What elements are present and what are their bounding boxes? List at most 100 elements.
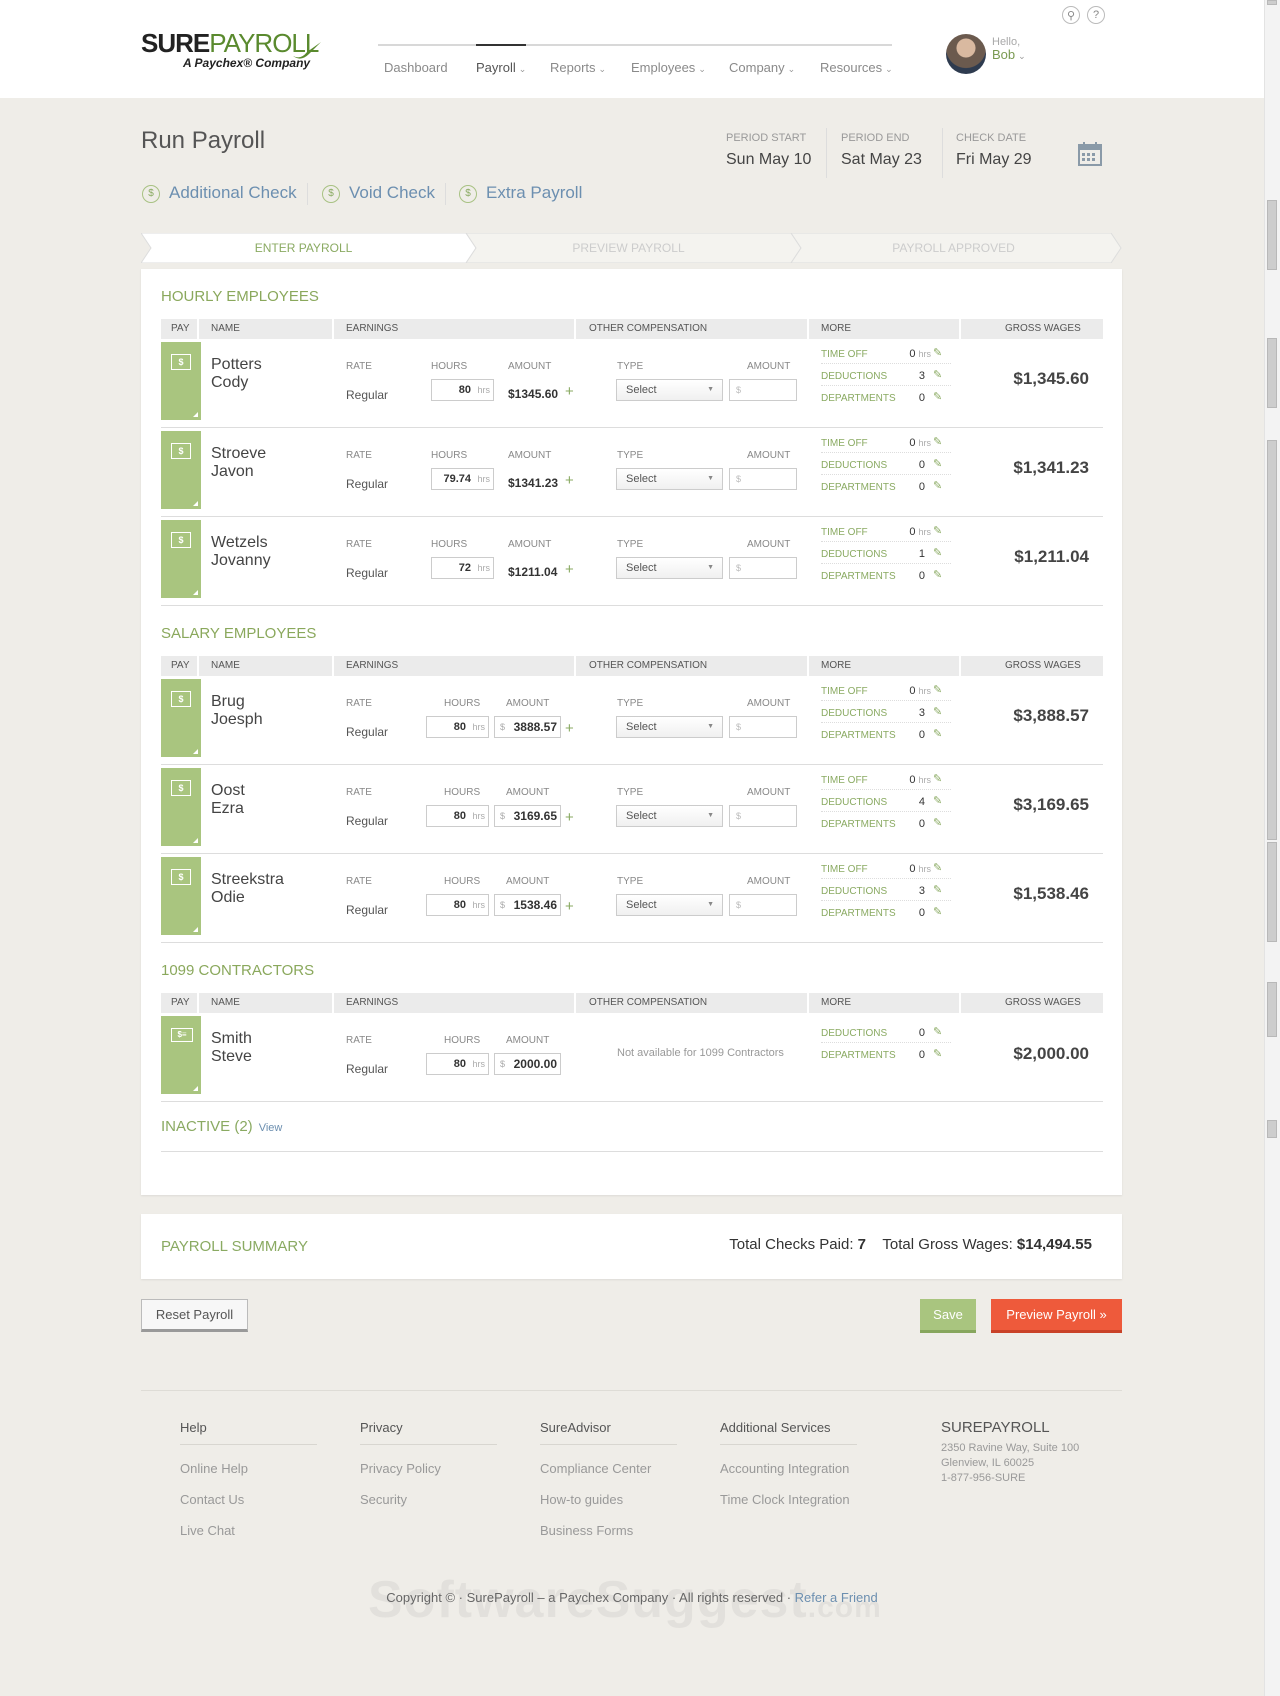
nav-dashboard[interactable]: Dashboard	[384, 60, 448, 75]
add-earning-icon[interactable]: +	[565, 720, 574, 737]
hours-input[interactable]: 80 hrs	[431, 379, 494, 401]
time-off-value: 0 hrs	[909, 526, 931, 538]
page-scrollbar[interactable]	[1264, 0, 1280, 1696]
footer-col-help: Help Online Help Contact Us Live Chat	[180, 1420, 317, 1538]
edit-time-off-icon[interactable]: ✎	[933, 346, 942, 359]
hours-input[interactable]: 80 hrs	[426, 1053, 489, 1075]
compensation-type-select[interactable]: Select ▼	[616, 894, 723, 916]
additional-check-link[interactable]: $ Additional Check	[142, 183, 297, 203]
pay-method-bank[interactable]: $	[161, 679, 201, 757]
compensation-amount-input[interactable]: $	[729, 557, 797, 579]
help-icon[interactable]: ?	[1087, 6, 1105, 24]
reset-payroll-button[interactable]: Reset Payroll	[141, 1299, 248, 1332]
refer-a-friend-link[interactable]: Refer a Friend	[795, 1590, 878, 1605]
compensation-amount-input[interactable]: $	[729, 894, 797, 916]
nav-employees[interactable]: Employees ⌄	[631, 60, 706, 75]
edit-deductions-icon[interactable]: ✎	[933, 368, 942, 381]
footer-link[interactable]: Time Clock Integration	[720, 1492, 857, 1507]
edit-departments-icon[interactable]: ✎	[933, 479, 942, 492]
pay-method-bank[interactable]: $	[161, 768, 201, 846]
contractor-amount-input[interactable]: $2000.00	[494, 1053, 561, 1075]
footer-link[interactable]: Accounting Integration	[720, 1461, 857, 1476]
compensation-type-select[interactable]: Select ▼	[616, 716, 723, 738]
total-checks: 7	[857, 1236, 867, 1253]
salary-amount-input[interactable]: $3888.57	[494, 716, 561, 738]
add-earning-icon[interactable]: +	[565, 809, 574, 826]
hours-input[interactable]: 80 hrs	[426, 716, 489, 738]
edit-time-off-icon[interactable]: ✎	[933, 435, 942, 448]
compensation-amount-input[interactable]: $	[729, 468, 797, 490]
edit-departments-icon[interactable]: ✎	[933, 727, 942, 740]
edit-departments-icon[interactable]: ✎	[933, 1047, 942, 1060]
pay-method-bank[interactable]: $	[161, 520, 201, 598]
hours-input[interactable]: 80 hrs	[426, 805, 489, 827]
dollar-circle-icon: $	[459, 184, 477, 203]
footer-link[interactable]: How-to guides	[540, 1492, 677, 1507]
edit-departments-icon[interactable]: ✎	[933, 568, 942, 581]
surepayroll-logo[interactable]: SUREPAYROLL A Paychex® Company	[141, 28, 321, 70]
hours-input[interactable]: 80 hrs	[426, 894, 489, 916]
nav-reports[interactable]: Reports ⌄	[550, 60, 606, 75]
footer-link[interactable]: Online Help	[180, 1461, 317, 1476]
employee-first-name: Javon	[211, 463, 254, 480]
bank-icon: $	[171, 532, 191, 548]
nav-payroll[interactable]: Payroll ⌄	[476, 44, 527, 75]
avatar[interactable]	[946, 34, 986, 74]
preview-payroll-button[interactable]: Preview Payroll »	[991, 1299, 1122, 1333]
void-check-link[interactable]: $ Void Check	[322, 183, 435, 203]
user-menu[interactable]: Bob ⌄	[992, 47, 1026, 62]
extra-payroll-link[interactable]: $ Extra Payroll	[459, 183, 582, 203]
period-end: Period End Sat May 23	[841, 132, 922, 168]
pay-method-bank[interactable]: $	[161, 431, 201, 509]
add-earning-icon[interactable]: +	[565, 383, 574, 400]
edit-departments-icon[interactable]: ✎	[933, 816, 942, 829]
edit-deductions-icon[interactable]: ✎	[933, 546, 942, 559]
compensation-type-select[interactable]: Select ▼	[616, 379, 723, 401]
edit-departments-icon[interactable]: ✎	[933, 905, 942, 918]
hours-input[interactable]: 79.74 hrs	[431, 468, 494, 490]
table-row: $ Oost Ezra RATE HOURS AMOUNT TYPE AMOUN…	[161, 765, 1103, 854]
edit-deductions-icon[interactable]: ✎	[933, 457, 942, 470]
add-earning-icon[interactable]: +	[565, 898, 574, 915]
edit-time-off-icon[interactable]: ✎	[933, 524, 942, 537]
footer-link[interactable]: Live Chat	[180, 1523, 317, 1538]
edit-departments-icon[interactable]: ✎	[933, 390, 942, 403]
compensation-type-select[interactable]: Select ▼	[616, 468, 723, 490]
compensation-type-select[interactable]: Select ▼	[616, 805, 723, 827]
edit-deductions-icon[interactable]: ✎	[933, 1025, 942, 1038]
nav-company[interactable]: Company ⌄	[729, 60, 795, 75]
edit-deductions-icon[interactable]: ✎	[933, 705, 942, 718]
footer-link[interactable]: Security	[360, 1492, 497, 1507]
pay-method-check[interactable]: $≡	[161, 1016, 201, 1094]
calendar-icon[interactable]	[1078, 142, 1102, 166]
edit-time-off-icon[interactable]: ✎	[933, 683, 942, 696]
edit-time-off-icon[interactable]: ✎	[933, 772, 942, 785]
add-earning-icon[interactable]: +	[565, 561, 574, 578]
chevron-down-icon: ▼	[707, 812, 714, 819]
salary-amount-input[interactable]: $1538.46	[494, 894, 561, 916]
period-start: Period Start Sun May 10	[726, 132, 812, 168]
footer-link[interactable]: Contact Us	[180, 1492, 317, 1507]
compensation-amount-input[interactable]: $	[729, 805, 797, 827]
footer-link[interactable]: Business Forms	[540, 1523, 677, 1538]
footer-link[interactable]: Compliance Center	[540, 1461, 677, 1476]
compensation-amount-input[interactable]: $	[729, 379, 797, 401]
hours-input[interactable]: 72 hrs	[431, 557, 494, 579]
footer-link[interactable]: Privacy Policy	[360, 1461, 497, 1476]
compensation-amount-input[interactable]: $	[729, 716, 797, 738]
edit-deductions-icon[interactable]: ✎	[933, 794, 942, 807]
save-button[interactable]: Save	[920, 1299, 976, 1333]
compensation-type-select[interactable]: Select ▼	[616, 557, 723, 579]
nav-resources[interactable]: Resources ⌄	[820, 60, 893, 75]
edit-deductions-icon[interactable]: ✎	[933, 883, 942, 896]
view-inactive-link[interactable]: View	[259, 1122, 283, 1134]
edit-time-off-icon[interactable]: ✎	[933, 861, 942, 874]
salary-amount-input[interactable]: $3169.65	[494, 805, 561, 827]
section-title-hourly: HOURLY EMPLOYEES	[161, 288, 319, 305]
employee-first-name: Jovanny	[211, 552, 271, 569]
search-icon[interactable]: ⚲	[1062, 6, 1080, 24]
step-enter-payroll[interactable]: ENTER PAYROLL	[141, 233, 466, 263]
pay-method-bank[interactable]: $	[161, 342, 201, 420]
add-earning-icon[interactable]: +	[565, 472, 574, 489]
pay-method-bank[interactable]: $	[161, 857, 201, 935]
